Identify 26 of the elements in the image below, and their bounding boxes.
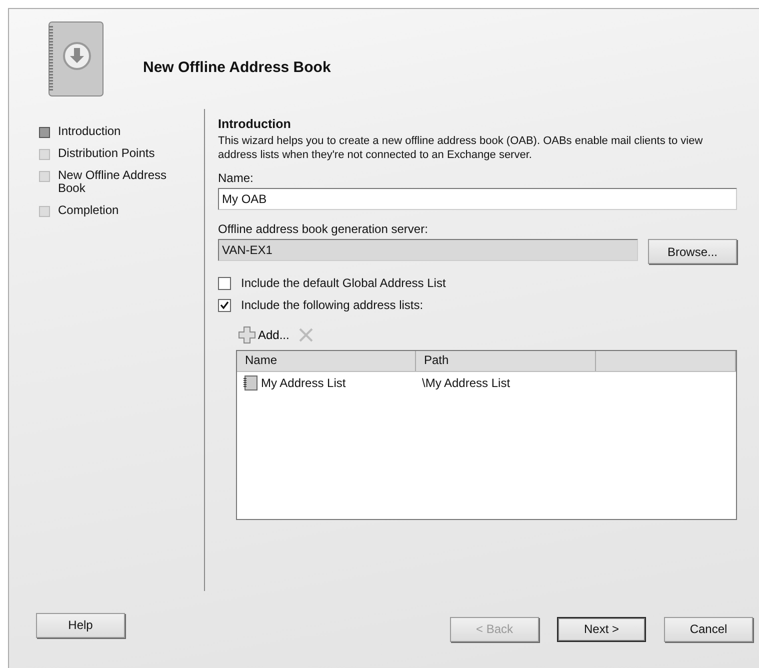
table-cell: \My Address List: [422, 376, 510, 390]
checkbox-label: Include the following address lists:: [241, 298, 424, 312]
name-label: Name:: [218, 171, 254, 185]
step-label: Completion: [58, 204, 120, 217]
server-field[interactable]: VAN-EX1: [218, 239, 638, 261]
name-field[interactable]: My OAB: [218, 188, 737, 210]
wizard-button[interactable]: Help: [36, 612, 125, 638]
add-button[interactable]: Add...: [238, 326, 290, 344]
wizard-button[interactable]: Cancel: [664, 616, 753, 642]
section-heading: Introduction: [218, 117, 292, 131]
step-label: Distribution Points: [58, 147, 156, 160]
table-cell: My Address List: [261, 376, 346, 390]
address-list-icon: [243, 375, 258, 391]
column-header[interactable]: Path: [416, 351, 596, 371]
checkbox[interactable]: [218, 298, 231, 312]
step-label: New Offline Address Book: [58, 169, 168, 195]
step-label: Introduction: [58, 125, 122, 138]
checkbox-label: Include the default Global Address List: [241, 276, 446, 290]
server-label: Offline address book generation server:: [218, 222, 429, 236]
checkbox[interactable]: [218, 276, 231, 290]
wizard-title: New Offline Address Book: [143, 58, 331, 76]
browse-button[interactable]: Browse...: [648, 239, 737, 264]
description-text: This wizard helps you to create a new offline address book (OAB). OABs enable mail clients to view address lists when they're not connected to an Exchange server.: [218, 134, 704, 162]
plus-icon: [238, 326, 256, 344]
wizard-button[interactable]: Next >: [557, 616, 646, 642]
column-header[interactable]: Name: [237, 351, 416, 371]
